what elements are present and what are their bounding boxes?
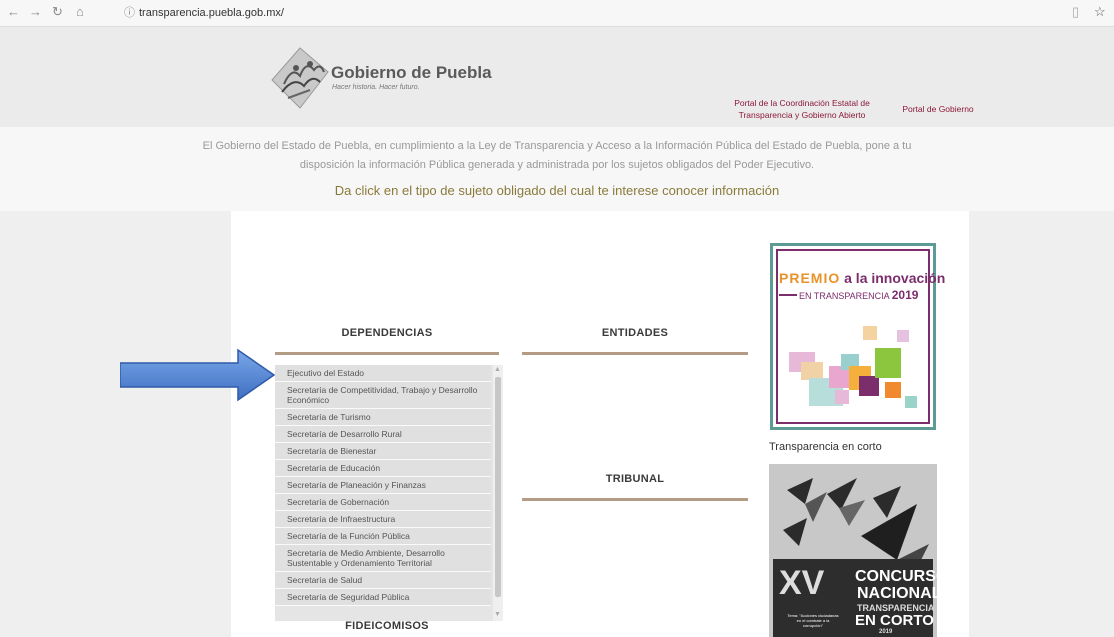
premio-sub: EN TRANSPARENCIA <box>799 291 890 301</box>
scroll-up-icon[interactable]: ▲ <box>494 366 501 373</box>
premio-rest: a la innovación <box>840 270 946 286</box>
concurso-en-corto-poster[interactable]: XV CONCURSO NACIONAL TRANSPARENCIA EN CO… <box>769 464 937 637</box>
forward-icon[interactable]: → <box>29 4 42 19</box>
paper-birds-icon <box>783 478 929 564</box>
dependencia-item[interactable]: Secretaría de Planeación y Finanzas <box>275 477 491 494</box>
entidades-divider <box>522 352 748 355</box>
poster-en-corto: EN CORTO <box>855 612 934 629</box>
url-text: transparencia.puebla.gob.mx/ <box>139 7 284 19</box>
scroll-down-icon[interactable]: ▼ <box>494 611 501 618</box>
premio-word: PREMIO <box>779 270 841 286</box>
dependencia-item[interactable]: Secretaría de Bienestar <box>275 443 491 460</box>
dependencia-item[interactable]: Secretaría de Desarrollo Rural <box>275 426 491 443</box>
dependencia-item[interactable]: Ejecutivo del Estado <box>275 365 491 382</box>
section-title-entidades[interactable]: ENTIDADES <box>522 327 748 339</box>
dependencia-item[interactable]: Secretaría de la Función Pública <box>275 528 491 545</box>
logo-subtitle: Hacer historia. Hacer futuro. <box>332 84 420 91</box>
premio-dash <box>779 294 797 296</box>
site-info-icon[interactable]: ⓘ <box>124 7 135 19</box>
dependencias-list[interactable]: Ejecutivo del Estado Secretaría de Compet… <box>275 365 503 621</box>
dependencia-item[interactable]: Secretaría de Seguridad Pública <box>275 589 491 606</box>
section-title-dependencias[interactable]: DEPENDENCIAS <box>275 327 499 339</box>
tribunal-divider <box>522 498 748 501</box>
poster-nacional: NACIONAL <box>857 585 937 602</box>
section-title-tribunal[interactable]: TRIBUNAL <box>522 473 748 485</box>
reading-view-icon[interactable]: ▯ <box>1072 4 1079 20</box>
logo-title[interactable]: Gobierno de Puebla <box>331 63 492 83</box>
intro-line-1: El Gobierno del Estado de Puebla, en cum… <box>202 140 912 152</box>
link-portal-gobierno[interactable]: Portal de Gobierno <box>893 103 983 115</box>
premio-subtitle: EN TRANSPARENCIA 2019 <box>799 288 918 302</box>
favorite-star-icon[interactable]: ☆ <box>1094 4 1106 20</box>
dependencia-item[interactable]: Secretaría de Educación <box>275 460 491 477</box>
poster-concurso: CONCURSO <box>855 568 937 585</box>
dependencia-item[interactable]: Secretaría de Salud <box>275 572 491 589</box>
transparencia-en-corto-label[interactable]: Transparencia en corto <box>769 441 882 453</box>
poster-roman-numeral: XV <box>779 564 825 602</box>
home-icon[interactable]: ⌂ <box>76 4 84 19</box>
poster-tema: Tema: "Acciones ciudadanas en el combate… <box>783 613 843 628</box>
poster-tema-line3: corrupción" <box>802 623 824 628</box>
premio-innovacion-banner[interactable]: PREMIO a la innovación EN TRANSPARENCIA … <box>770 243 945 430</box>
dependencias-divider <box>275 352 499 355</box>
section-title-fideicomisos[interactable]: FIDEICOMISOS <box>275 620 499 632</box>
site-header: Gobierno de Puebla Hacer historia. Hacer… <box>0 27 1114 127</box>
premio-title: PREMIO a la innovación <box>779 270 945 286</box>
pointer-arrow-icon <box>120 348 276 402</box>
dependencia-item[interactable]: Secretaría de Competitividad, Trabajo y … <box>275 382 491 409</box>
link-coordinacion-estatal[interactable]: Portal de la Coordinación Estatal de Tra… <box>722 97 882 121</box>
premio-year: 2019 <box>891 288 919 302</box>
address-bar[interactable]: ⓘ transparencia.puebla.gob.mx/ <box>120 4 284 22</box>
premio-mosaic-icon <box>789 326 917 408</box>
puebla-emblem-icon[interactable] <box>270 46 340 110</box>
intro-band: El Gobierno del Estado de Puebla, en cum… <box>0 127 1114 211</box>
poster-year: 2019 <box>879 629 893 635</box>
list-scrollbar-thumb[interactable] <box>495 377 501 597</box>
dependencia-item[interactable]: Secretaría de Turismo <box>275 409 491 426</box>
browser-toolbar: ← → ↻ ⌂ ⓘ transparencia.puebla.gob.mx/ ▯ … <box>0 0 1114 27</box>
back-icon[interactable]: ← <box>7 4 20 19</box>
dependencia-item[interactable]: Secretaría de Gobernación <box>275 494 491 511</box>
intro-line-2: disposición la información Pública gener… <box>299 159 815 171</box>
intro-cta: Da click en el tipo de sujeto obligado d… <box>334 183 780 198</box>
dependencia-item[interactable]: Secretaría de Infraestructura <box>275 511 491 528</box>
reload-icon[interactable]: ↻ <box>52 4 63 20</box>
link-coordinacion-line2: Transparencia y Gobierno Abierto <box>738 110 866 120</box>
dependencia-item[interactable]: Secretaría de Medio Ambiente, Desarrollo… <box>275 545 491 572</box>
link-coordinacion-line1: Portal de la Coordinación Estatal de <box>734 98 870 108</box>
